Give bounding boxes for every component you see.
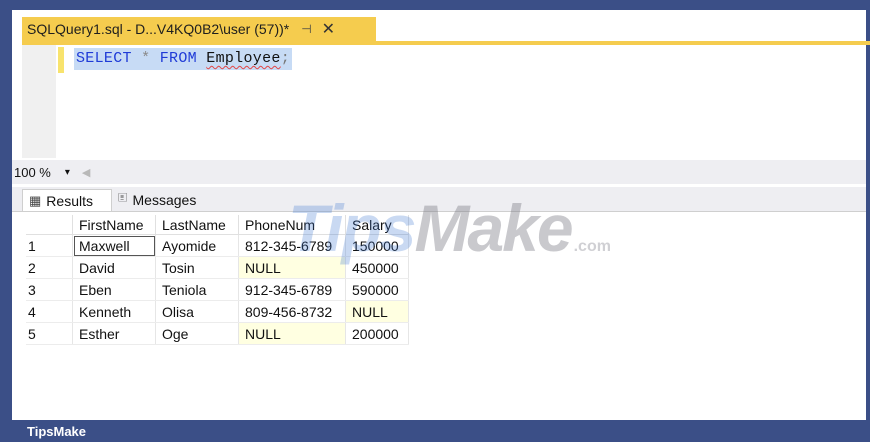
tab-results-label: Results bbox=[46, 192, 93, 209]
footer-brand: TipsMake bbox=[27, 424, 87, 439]
results-grid-panel: FirstName LastName PhoneNum Salary 1 Max… bbox=[12, 211, 866, 417]
statement-terminator: ; bbox=[280, 50, 291, 67]
cell-phonenum[interactable]: 812-345-6789 bbox=[238, 234, 346, 257]
cell-phonenum[interactable]: NULL bbox=[238, 322, 346, 345]
document-tab-title: SQLQuery1.sql - D...V4KQ0B2\user (57))* bbox=[27, 21, 290, 37]
row-number[interactable]: 5 bbox=[26, 322, 73, 345]
row-number[interactable]: 3 bbox=[26, 278, 73, 301]
query-editor[interactable]: SELECT * FROM Employee; bbox=[12, 45, 866, 158]
window-frame-top bbox=[0, 0, 870, 10]
table-row[interactable]: 1 Maxwell Ayomide 812-345-6789 150000 bbox=[26, 234, 409, 257]
keyword-select: SELECT bbox=[76, 50, 132, 67]
window-frame-right bbox=[866, 0, 870, 420]
messages-icon: 🗉 bbox=[118, 190, 128, 205]
cell-salary[interactable]: 590000 bbox=[345, 278, 409, 301]
window-frame-left bbox=[0, 0, 12, 420]
scroll-left-icon[interactable]: ◀ bbox=[82, 166, 90, 179]
grid-icon: ▦ bbox=[29, 192, 42, 208]
cell-lastname[interactable]: Ayomide bbox=[155, 234, 239, 257]
cell-salary[interactable]: 450000 bbox=[345, 256, 409, 279]
tab-messages-label: Messages bbox=[132, 192, 197, 208]
cell-firstname[interactable]: Maxwell bbox=[72, 234, 156, 257]
footer-bar: TipsMake bbox=[0, 420, 870, 442]
results-tab-strip: ▦ Results 🗉 Messages bbox=[12, 187, 866, 211]
grid-header-row: FirstName LastName PhoneNum Salary bbox=[26, 215, 409, 235]
table-row[interactable]: 3 Eben Teniola 912-345-6789 590000 bbox=[26, 278, 409, 301]
cell-salary[interactable]: 200000 bbox=[345, 322, 409, 345]
operator-star: * bbox=[141, 50, 151, 67]
document-tab[interactable]: SQLQuery1.sql - D...V4KQ0B2\user (57))* … bbox=[22, 17, 376, 41]
row-number-header[interactable] bbox=[26, 215, 73, 235]
change-marker bbox=[58, 47, 64, 73]
cell-phonenum[interactable]: 912-345-6789 bbox=[238, 278, 346, 301]
pin-icon[interactable]: ⊣ bbox=[301, 22, 311, 36]
table-name: Employee bbox=[206, 50, 281, 67]
tab-results[interactable]: ▦ Results bbox=[22, 189, 112, 211]
table-row[interactable]: 5 Esther Oge NULL 200000 bbox=[26, 322, 409, 345]
cell-lastname[interactable]: Tosin bbox=[155, 256, 239, 279]
cell-phonenum[interactable]: 809-456-8732 bbox=[238, 300, 346, 323]
row-number[interactable]: 1 bbox=[26, 234, 73, 257]
column-header[interactable]: FirstName bbox=[72, 215, 156, 235]
column-header[interactable]: PhoneNum bbox=[238, 215, 346, 235]
row-number[interactable]: 2 bbox=[26, 256, 73, 279]
zoom-bar: 100 % ▾ ◀ bbox=[12, 160, 866, 184]
keyword-from: FROM bbox=[159, 50, 197, 67]
close-icon[interactable]: ✕ bbox=[322, 19, 335, 39]
query-line[interactable]: SELECT * FROM Employee; bbox=[74, 48, 293, 70]
tab-messages[interactable]: 🗉 Messages bbox=[112, 189, 210, 211]
column-header[interactable]: LastName bbox=[155, 215, 239, 235]
cell-phonenum[interactable]: NULL bbox=[238, 256, 346, 279]
cell-firstname[interactable]: Eben bbox=[72, 278, 156, 301]
zoom-level[interactable]: 100 % bbox=[14, 165, 51, 180]
cell-lastname[interactable]: Teniola bbox=[155, 278, 239, 301]
results-grid: FirstName LastName PhoneNum Salary 1 Max… bbox=[26, 215, 409, 345]
cell-firstname[interactable]: Esther bbox=[72, 322, 156, 345]
cell-firstname[interactable]: David bbox=[72, 256, 156, 279]
cell-lastname[interactable]: Olisa bbox=[155, 300, 239, 323]
cell-salary[interactable]: 150000 bbox=[345, 234, 409, 257]
cell-lastname[interactable]: Oge bbox=[155, 322, 239, 345]
table-row[interactable]: 2 David Tosin NULL 450000 bbox=[26, 256, 409, 279]
column-header[interactable]: Salary bbox=[345, 215, 409, 235]
table-row[interactable]: 4 Kenneth Olisa 809-456-8732 NULL bbox=[26, 300, 409, 323]
editor-gutter bbox=[22, 45, 56, 158]
row-number[interactable]: 4 bbox=[26, 300, 73, 323]
chevron-down-icon[interactable]: ▾ bbox=[65, 167, 70, 178]
cell-salary[interactable]: NULL bbox=[345, 300, 409, 323]
cell-firstname[interactable]: Kenneth bbox=[72, 300, 156, 323]
